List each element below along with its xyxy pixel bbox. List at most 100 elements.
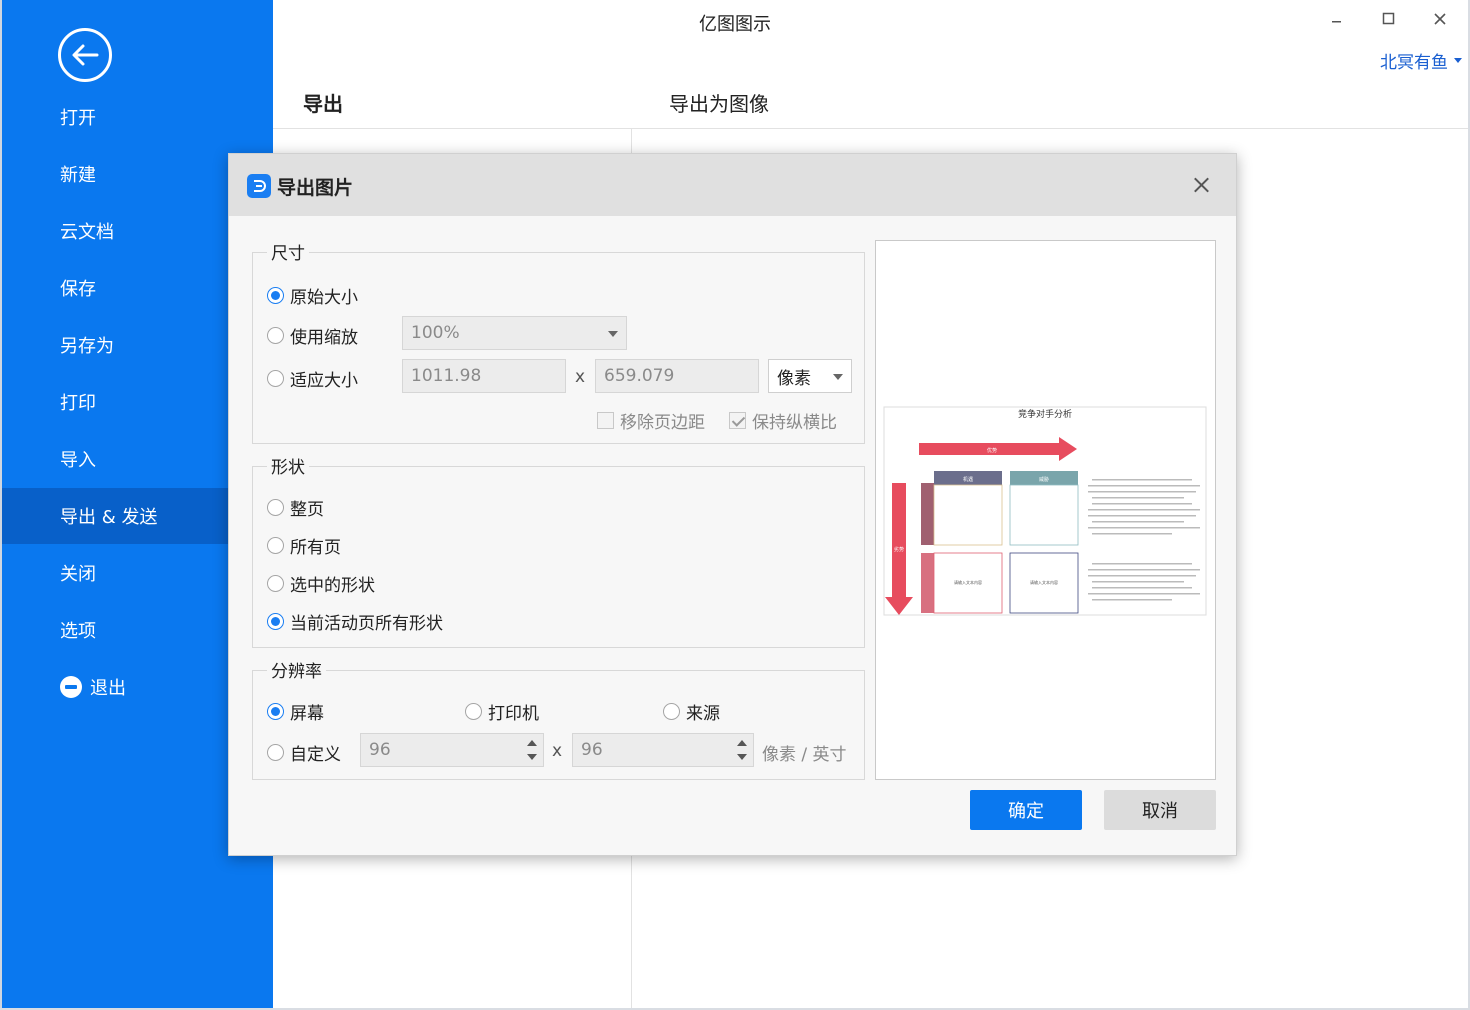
preview-diagram: 竞争对手分析 优势 劣势 机遇 威胁 请输入文本内容 请输入文本内容 (883, 406, 1207, 616)
dialog-close-button[interactable] (1186, 170, 1216, 200)
width-input[interactable]: 1011.98 (402, 359, 566, 393)
dpi-unit-label: 像素 / 英寸 (762, 745, 847, 765)
maximize-button[interactable] (1369, 4, 1409, 34)
radio-label: 所有页 (290, 538, 341, 558)
radio-label: 原始大小 (290, 288, 358, 308)
sidebar-item-label: 另存为 (60, 336, 114, 357)
checkbox-box (597, 412, 614, 429)
preview-arrow-label: 劣势 (894, 546, 904, 553)
preview-col-header: 威胁 (1039, 476, 1049, 483)
arrow-left-icon (72, 44, 99, 66)
remove-margin-checkbox[interactable]: 移除页边距 (597, 408, 705, 433)
ok-button[interactable]: 确定 (970, 790, 1082, 830)
checkbox-label: 保持纵横比 (752, 413, 837, 433)
close-icon (1434, 13, 1446, 25)
radio-use-scale[interactable]: 使用缩放 (267, 323, 358, 348)
times-sign: x (552, 741, 563, 761)
chevron-down-icon (608, 331, 618, 337)
scale-select[interactable]: 100% (402, 316, 627, 350)
radio-screen[interactable]: 屏幕 (267, 699, 324, 724)
radio-selected-shapes[interactable]: 选中的形状 (267, 571, 375, 596)
unit-select[interactable]: 像素 (768, 359, 852, 393)
checkbox-label: 移除页边距 (620, 413, 705, 433)
radio-dot (267, 703, 284, 720)
preview-cell-text: 请输入文本内容 (1030, 579, 1058, 585)
radio-fit-size[interactable]: 适应大小 (267, 366, 358, 391)
section-title: 导出 (303, 92, 343, 116)
size-group-label: 尺寸 (267, 239, 309, 264)
size-group: 尺寸 原始大小 使用缩放 100% 适应大小 1011.98 x 659.079… (252, 239, 865, 444)
radio-dot (267, 537, 284, 554)
radio-label: 整页 (290, 500, 324, 520)
export-preview: 竞争对手分析 优势 劣势 机遇 威胁 请输入文本内容 请输入文本内容 (875, 240, 1216, 780)
radio-label: 屏幕 (290, 704, 324, 724)
scale-value: 100% (411, 323, 460, 343)
height-input[interactable]: 659.079 (595, 359, 759, 393)
radio-label: 选中的形状 (290, 576, 375, 596)
header-divider (273, 128, 1470, 129)
sidebar-item-label: 导出 & 发送 (60, 507, 158, 528)
radio-label: 打印机 (488, 704, 539, 724)
radio-dot (267, 744, 284, 761)
radio-custom[interactable]: 自定义 (267, 740, 341, 765)
sidebar-item-label: 保存 (60, 279, 96, 300)
chevron-down-icon (1454, 58, 1462, 63)
dpi-x-stepper[interactable]: 96 (360, 733, 544, 767)
chevron-down-icon (833, 374, 843, 380)
sidebar-item-label: 云文档 (60, 222, 114, 243)
shape-group-label: 形状 (267, 453, 309, 478)
radio-printer[interactable]: 打印机 (465, 699, 539, 724)
radio-label: 来源 (686, 704, 720, 724)
radio-label: 自定义 (290, 745, 341, 765)
preview-col-header: 机遇 (963, 476, 973, 483)
preview-title: 竞争对手分析 (1018, 408, 1072, 420)
times-sign: x (575, 367, 586, 387)
shape-group: 形状 整页 所有页 选中的形状 当前活动页所有形状 (252, 453, 865, 648)
dialog-header: 导出图片 (229, 154, 1236, 216)
cancel-button[interactable]: 取消 (1104, 790, 1216, 830)
keep-ratio-checkbox[interactable]: 保持纵横比 (729, 408, 837, 433)
radio-dot (465, 703, 482, 720)
sidebar-item-label: 打印 (60, 393, 96, 414)
radio-current-page-all-shapes[interactable]: 当前活动页所有形状 (267, 609, 443, 634)
spinner-arrows-icon[interactable] (527, 738, 537, 762)
radio-all-pages[interactable]: 所有页 (267, 533, 341, 558)
width-value: 1011.98 (411, 366, 482, 386)
radio-dot (267, 575, 284, 592)
dpi-y-value: 96 (581, 740, 603, 760)
radio-label: 适应大小 (290, 371, 358, 391)
spinner-arrows-icon[interactable] (737, 738, 747, 762)
radio-dot (267, 370, 284, 387)
radio-source[interactable]: 来源 (663, 699, 720, 724)
radio-dot (267, 613, 284, 630)
back-button[interactable] (58, 28, 112, 82)
radio-dot (267, 327, 284, 344)
subsection-title: 导出为图像 (669, 92, 769, 116)
sidebar-item-label: 新建 (60, 165, 96, 186)
height-value: 659.079 (604, 366, 675, 386)
checkbox-box (729, 412, 746, 429)
user-name: 北冥有鱼 (1380, 53, 1448, 73)
radio-original-size[interactable]: 原始大小 (267, 283, 358, 308)
radio-whole-page[interactable]: 整页 (267, 495, 324, 520)
dialog-title: 导出图片 (277, 177, 354, 199)
sidebar-item-label: 选项 (60, 621, 96, 642)
window-title: 亿图图示 (699, 14, 771, 35)
app-logo-icon (247, 174, 271, 198)
minimize-button[interactable] (1317, 4, 1357, 34)
user-menu[interactable]: 北冥有鱼 (1380, 48, 1462, 73)
export-image-dialog: 导出图片 尺寸 原始大小 使用缩放 100% 适应大小 1011.98 x 65… (228, 153, 1237, 856)
sidebar-item-label: 导入 (60, 450, 96, 471)
resolution-group-label: 分辨率 (267, 657, 326, 682)
close-window-button[interactable] (1420, 4, 1460, 34)
minus-circle-icon (60, 676, 82, 698)
dpi-x-value: 96 (369, 740, 391, 760)
radio-dot (267, 499, 284, 516)
radio-label: 当前活动页所有形状 (290, 614, 443, 634)
unit-value: 像素 (777, 368, 811, 389)
preview-arrow-label: 优势 (987, 447, 997, 454)
maximize-icon (1382, 12, 1395, 25)
sidebar-item-label: 关闭 (60, 564, 96, 585)
sidebar-item-open[interactable]: 打开 (2, 89, 273, 145)
dpi-y-stepper[interactable]: 96 (572, 733, 754, 767)
